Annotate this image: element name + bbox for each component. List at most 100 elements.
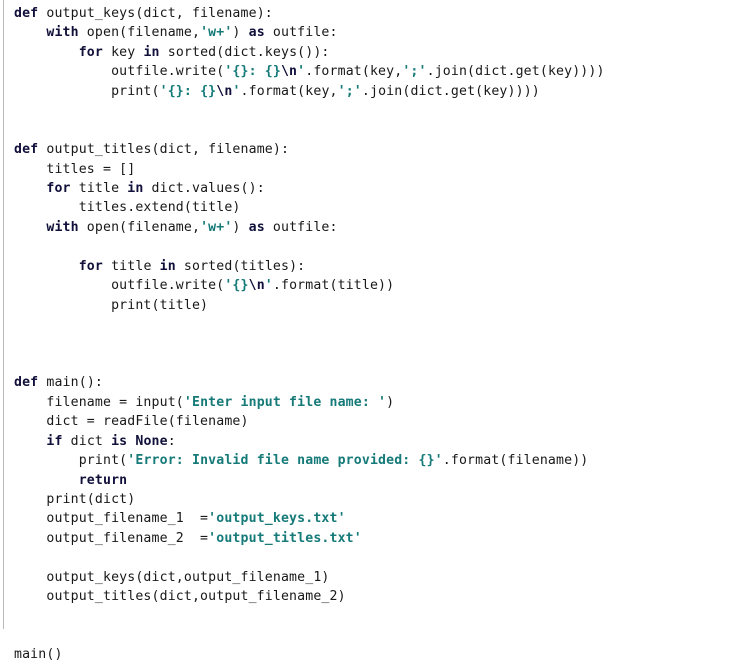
code-token-kw: for <box>78 44 103 60</box>
code-line: print(dict) <box>14 490 748 509</box>
code-token-pl: sorted(dict.keys()): <box>159 44 330 60</box>
code-token-str: 'w+' <box>200 219 233 235</box>
code-line: main() <box>14 645 748 664</box>
code-line: output_titles(dict,output_filename_2) <box>14 587 748 606</box>
code-token-pl: filename = input( <box>14 394 184 410</box>
code-token-pl: ) <box>232 219 249 235</box>
code-token-esc: \n <box>216 83 233 99</box>
code-token-kw: def <box>14 375 39 391</box>
code-token-pl: .format(title)) <box>272 278 395 294</box>
code-token-pl: output_filename_1 = <box>14 511 209 527</box>
code-token-str: 'Error: Invalid file name provided: {}' <box>127 453 443 469</box>
code-line: def output_keys(dict, filename): <box>14 4 748 23</box>
code-token-kw: def <box>14 6 39 21</box>
code-token-kw: None <box>135 433 168 449</box>
code-token-kw: def <box>14 142 39 158</box>
code-token-kw: for <box>46 180 71 196</box>
code-token-pl: print(dict) <box>14 491 136 507</box>
code-token-str: 'output_keys.txt' <box>208 511 346 527</box>
code-token-str: ' <box>264 278 273 294</box>
code-line: dict = readFile(filename) <box>14 412 748 431</box>
code-token-kw: in <box>143 44 160 60</box>
code-token-pl: sorted(titles): <box>175 258 306 274</box>
code-token-pl: .join(dict.get(key)))) <box>426 64 605 80</box>
code-line: for key in sorted(dict.keys()): <box>14 43 748 62</box>
code-token-kw: in <box>127 180 144 196</box>
code-token-kw: if <box>46 433 63 449</box>
code-line: return <box>14 471 748 490</box>
code-token-str: '{}: {} <box>224 64 281 80</box>
code-line: for title in dict.values(): <box>14 179 748 198</box>
code-token-pl: ) <box>386 394 395 410</box>
code-line: filename = input('Enter input file name:… <box>14 393 748 412</box>
code-token-str: 'w+' <box>200 25 233 41</box>
code-token-pl: outfile: <box>264 219 338 235</box>
code-token-pl: dict = readFile(filename) <box>14 414 249 430</box>
code-token-str: '{} <box>224 278 249 294</box>
code-token-kw: return <box>78 472 128 488</box>
code-line: output_keys(dict,output_filename_1) <box>14 568 748 587</box>
code-token-str: 'Enter input file name: ' <box>183 394 387 410</box>
code-line: titles.extend(title) <box>14 198 748 217</box>
code-token-pl: dict.values(): <box>143 180 265 196</box>
code-token-str: ';' <box>402 64 427 80</box>
code-token-pl: print( <box>14 453 128 469</box>
code-token-pl: open(filename, <box>78 219 201 235</box>
code-token-esc: \n <box>280 64 298 80</box>
code-token-kw: in <box>159 258 176 274</box>
code-token-pl: title <box>70 180 128 196</box>
code-line: output_filename_1 ='output_keys.txt' <box>14 509 748 528</box>
code-line: def main(): <box>14 373 748 392</box>
code-token-str: ' <box>232 83 241 99</box>
code-token-kw: as <box>248 219 265 235</box>
code-line: output_filename_2 ='output_titles.txt' <box>14 529 748 548</box>
code-token-str: ';' <box>337 83 362 99</box>
code-line: print('{}: {}\n'.format(key,';'.join(dic… <box>14 82 748 101</box>
code-token-pl: output_keys(dict, filename): <box>38 6 273 21</box>
code-token-pl: title <box>103 258 160 274</box>
code-token-pl: main() <box>14 647 63 663</box>
code-viewer[interactable]: def output_keys(dict, filename): with op… <box>0 0 748 662</box>
code-line: def output_titles(dict, filename): <box>14 140 748 159</box>
code-token-pl: output_titles(dict,output_filename_2) <box>14 589 346 605</box>
code-token-kw: is <box>111 433 128 449</box>
code-token-pl: titles = [] <box>14 161 136 177</box>
code-line: if dict is None: <box>14 432 748 451</box>
code-line: with open(filename,'w+') as outfile: <box>14 23 748 42</box>
code-token-pl: print( <box>14 83 160 99</box>
code-token-pl: output_filename_2 = <box>14 530 209 546</box>
code-token-pl: outfile: <box>264 25 338 41</box>
gutter-rule <box>3 0 4 629</box>
code-line: outfile.write('{}\n'.format(title)) <box>14 276 748 295</box>
code-token-pl: .format(key, <box>305 64 403 80</box>
code-token-pl: open(filename, <box>78 25 201 41</box>
code-token-pl: dict <box>62 433 112 449</box>
code-token-kw: with <box>46 219 79 235</box>
code-token-kw: for <box>78 258 103 274</box>
code-token-esc: \n <box>248 278 265 294</box>
code-token-pl: : <box>167 433 176 449</box>
code-line: titles = [] <box>14 160 748 179</box>
code-line: print('Error: Invalid file name provided… <box>14 451 748 470</box>
code-line: print(title) <box>14 296 748 315</box>
code-token-pl: .format(key, <box>240 83 338 99</box>
source-code-listing[interactable]: def output_keys(dict, filename): with op… <box>14 4 748 665</box>
code-token-pl: output_keys(dict,output_filename_1) <box>14 569 330 585</box>
code-token-pl: ) <box>232 25 249 41</box>
code-token-pl: print(title) <box>14 297 209 313</box>
code-token-kw: as <box>248 25 265 41</box>
